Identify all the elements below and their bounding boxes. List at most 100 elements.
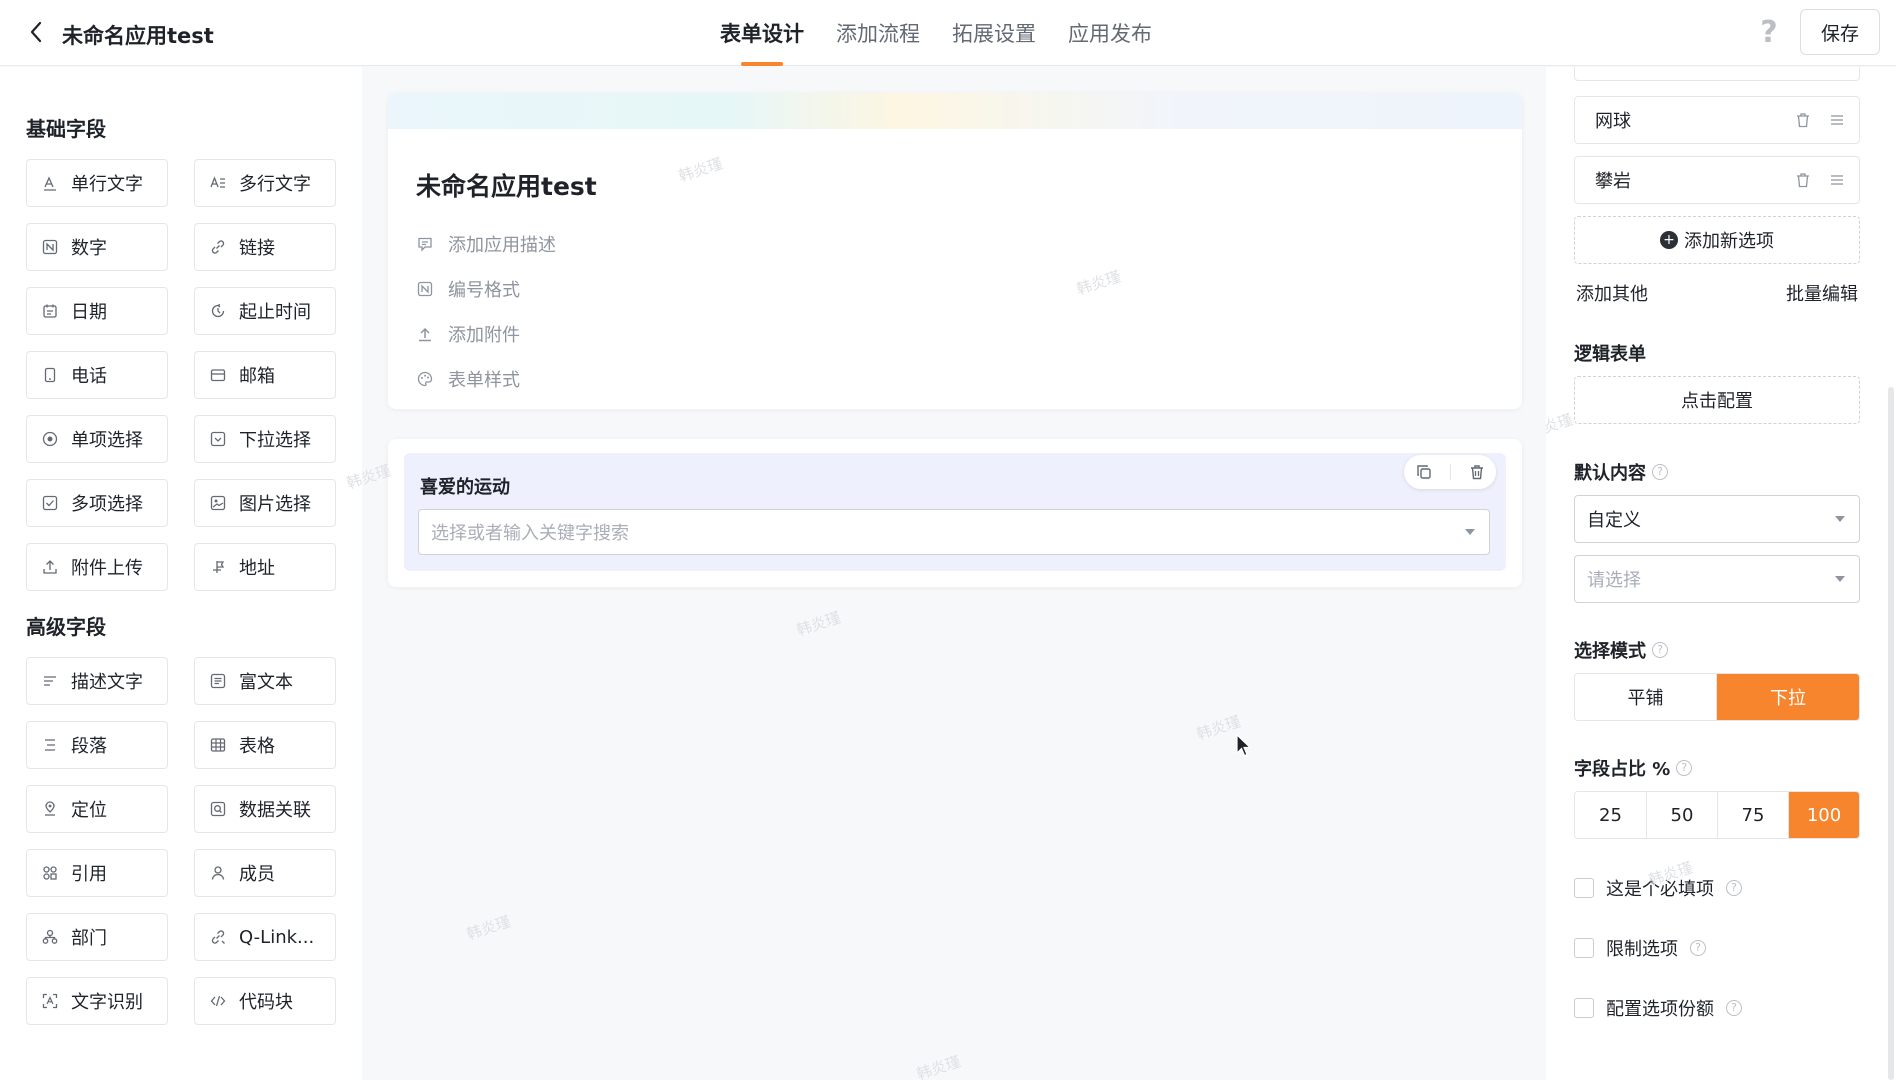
width-100-option[interactable]: 100	[1789, 792, 1859, 838]
field-editor[interactable]: 喜爱的运动 选择或者输入关键字搜索	[404, 453, 1506, 571]
meta-label: 添加应用描述	[448, 234, 556, 256]
help-circle-icon[interactable]: ?	[1690, 940, 1706, 956]
field-dropdown[interactable]: 下拉选择	[194, 415, 336, 463]
add-attachment-button[interactable]: 添加附件	[416, 311, 556, 356]
help-circle-icon[interactable]: ?	[1726, 1000, 1742, 1016]
field-multi-choice[interactable]: 多项选择	[26, 479, 168, 527]
delete-option-button[interactable]	[1793, 170, 1813, 190]
mode-tile-option[interactable]: 平铺	[1575, 674, 1717, 720]
add-option-button[interactable]: + 添加新选项	[1574, 216, 1860, 264]
form-title[interactable]: 未命名应用test	[416, 167, 597, 203]
data-link-icon	[209, 800, 227, 818]
field-label: 表格	[239, 736, 275, 757]
tab-add-flow[interactable]: 添加流程	[836, 0, 920, 66]
caret-down-icon	[1835, 576, 1845, 582]
app-title: 未命名应用test	[62, 24, 214, 48]
form-header-card[interactable]: 未命名应用test 添加应用描述 编号格式 添加附件 表单样式	[388, 93, 1522, 409]
option-quota-checkbox-row[interactable]: 配置选项份额 ?	[1574, 995, 1742, 1021]
field-time-range[interactable]: 起止时间	[194, 287, 336, 335]
field-department[interactable]: 部门	[26, 913, 168, 961]
field-phone[interactable]: 电话	[26, 351, 168, 399]
drag-handle-button[interactable]	[1827, 170, 1847, 190]
option-quota-checkbox[interactable]	[1574, 998, 1594, 1018]
field-number[interactable]: 数字	[26, 223, 168, 271]
field-label: 富文本	[239, 672, 293, 693]
help-icon[interactable]: ?	[1752, 14, 1786, 50]
basic-fields-grid: 单行文字 多行文字 数字 链接 日期 起止时间 电话 邮箱 单项选择 下拉选择 …	[26, 159, 336, 591]
delete-field-button[interactable]	[1464, 459, 1490, 485]
add-description-button[interactable]: 添加应用描述	[416, 221, 556, 266]
required-checkbox-row[interactable]: 这是个必填项 ?	[1574, 875, 1742, 901]
field-email[interactable]: 邮箱	[194, 351, 336, 399]
default-type-select[interactable]: 自定义	[1574, 495, 1860, 543]
batch-edit-link[interactable]: 批量编辑	[1786, 280, 1858, 306]
field-address[interactable]: 地址	[194, 543, 336, 591]
field-qlink[interactable]: Q-Link...	[194, 913, 336, 961]
option-row[interactable]: 攀岩	[1574, 156, 1860, 204]
help-circle-icon[interactable]: ?	[1676, 760, 1693, 776]
required-checkbox[interactable]	[1574, 878, 1594, 898]
help-circle-icon[interactable]: ?	[1652, 464, 1668, 480]
drag-handle-icon	[1831, 175, 1843, 185]
field-location[interactable]: 定位	[26, 785, 168, 833]
form-style-button[interactable]: 表单样式	[416, 356, 556, 401]
field-code-block[interactable]: 代码块	[194, 977, 336, 1025]
add-other-link[interactable]: 添加其他	[1576, 280, 1648, 306]
selected-field-card[interactable]: 喜爱的运动 选择或者输入关键字搜索	[388, 439, 1522, 587]
width-50-option[interactable]: 50	[1647, 792, 1718, 838]
field-palette: 基础字段 单行文字 多行文字 数字 链接 日期 起止时间 电话 邮箱 单项选择 …	[0, 67, 362, 1080]
field-label: 段落	[71, 736, 107, 757]
field-date[interactable]: 日期	[26, 287, 168, 335]
delete-option-button[interactable]	[1793, 110, 1813, 130]
field-reference[interactable]: 引用	[26, 849, 168, 897]
field-label: 附件上传	[71, 558, 143, 579]
table-icon	[209, 736, 227, 754]
number-format-button[interactable]: 编号格式	[416, 266, 556, 311]
mode-dropdown-option[interactable]: 下拉	[1717, 674, 1859, 720]
help-circle-icon[interactable]: ?	[1726, 880, 1742, 896]
field-table[interactable]: 表格	[194, 721, 336, 769]
reference-icon	[41, 864, 59, 882]
time-range-icon	[209, 302, 227, 320]
field-label: 数据关联	[239, 800, 311, 821]
plus-circle-icon: +	[1660, 231, 1678, 249]
field-data-link[interactable]: 数据关联	[194, 785, 336, 833]
tab-app-publish[interactable]: 应用发布	[1068, 0, 1152, 66]
field-description-text[interactable]: 描述文字	[26, 657, 168, 705]
field-paragraph[interactable]: 段落	[26, 721, 168, 769]
field-preview-select[interactable]: 选择或者输入关键字搜索	[418, 509, 1490, 555]
field-label: 图片选择	[239, 494, 311, 515]
field-title: 喜爱的运动	[420, 477, 510, 498]
field-label: 定位	[71, 800, 107, 821]
field-member[interactable]: 成员	[194, 849, 336, 897]
limit-options-checkbox[interactable]	[1574, 938, 1594, 958]
option-row[interactable]: 网球	[1574, 96, 1860, 144]
field-multi-line-text[interactable]: 多行文字	[194, 159, 336, 207]
field-attachment[interactable]: 附件上传	[26, 543, 168, 591]
field-link[interactable]: 链接	[194, 223, 336, 271]
copy-field-button[interactable]	[1411, 459, 1437, 485]
field-image-choice[interactable]: 图片选择	[194, 479, 336, 527]
option-links: 添加其他 批量编辑	[1576, 280, 1858, 306]
limit-options-checkbox-row[interactable]: 限制选项 ?	[1574, 935, 1706, 961]
calendar-icon	[41, 302, 59, 320]
width-25-option[interactable]: 25	[1575, 792, 1647, 838]
back-button[interactable]	[22, 18, 50, 46]
tab-extend-settings[interactable]: 拓展设置	[952, 0, 1036, 66]
link-icon	[209, 238, 227, 256]
field-single-choice[interactable]: 单项选择	[26, 415, 168, 463]
field-label: 邮箱	[239, 366, 275, 387]
field-single-line-text[interactable]: 单行文字	[26, 159, 168, 207]
drag-handle-button[interactable]	[1827, 110, 1847, 130]
tab-form-design[interactable]: 表单设计	[720, 0, 804, 66]
width-75-option[interactable]: 75	[1718, 792, 1789, 838]
save-button[interactable]: 保存	[1800, 9, 1880, 55]
field-rich-text[interactable]: 富文本	[194, 657, 336, 705]
option-row-partial[interactable]	[1574, 67, 1860, 81]
field-ocr[interactable]: 文字识别	[26, 977, 168, 1025]
logic-config-button[interactable]: 点击配置	[1574, 376, 1860, 424]
default-value-select[interactable]: 请选择	[1574, 555, 1860, 603]
properties-scrollbar[interactable]	[1888, 387, 1894, 1080]
help-circle-icon[interactable]: ?	[1652, 642, 1668, 658]
caret-down-icon	[1835, 516, 1845, 522]
